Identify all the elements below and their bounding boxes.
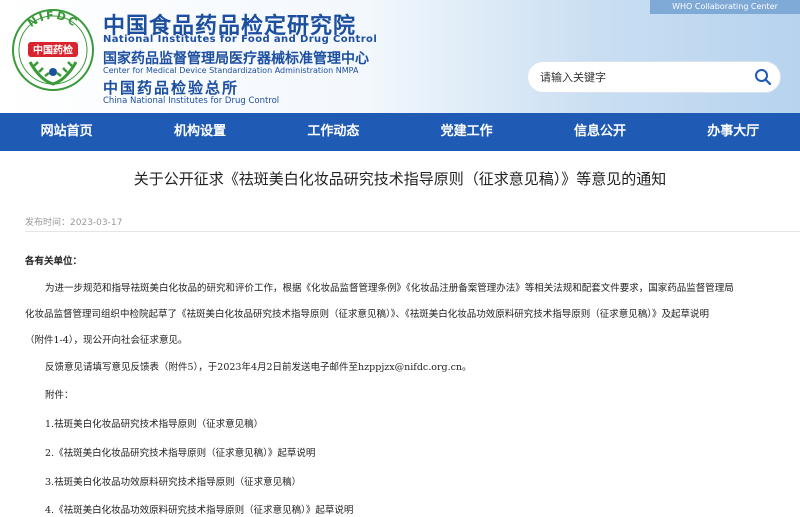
- attachments-label: 附件：: [45, 390, 74, 401]
- nav-item-info-disclosure[interactable]: 信息公开: [533, 113, 666, 151]
- nifdc-logo-icon[interactable]: NIFDC 中国药检: [10, 6, 96, 92]
- attachment-link[interactable]: 2.《祛斑美白化妆品研究技术指导原则（征求意见稿）》起草说明: [45, 445, 315, 459]
- logo-cn-text: 中国药检: [33, 44, 73, 57]
- site-header: NIFDC 中国药检 中国食品药品检定研究院 National Institut…: [0, 0, 800, 113]
- attachment-link[interactable]: 1.祛斑美白化妆品研究技术指导原则（征求意见稿）: [45, 416, 263, 430]
- attachment-link[interactable]: 3.祛斑美白化妆品功效原料研究技术指导原则（征求意见稿）: [45, 474, 301, 488]
- paragraph-1-line-2: 化妆品监督管理司组织中检院起草了《祛斑美白化妆品研究技术指导原则（征求意见稿）》…: [25, 309, 710, 320]
- salutation: 各有关单位：: [25, 256, 83, 267]
- nav-item-party-building[interactable]: 党建工作: [400, 113, 533, 151]
- nav-item-work-news[interactable]: 工作动态: [267, 113, 400, 151]
- who-badge[interactable]: WHO Collaborating Center: [650, 0, 800, 14]
- publish-date-label: 发布时间：: [25, 218, 71, 228]
- article-title: 关于公开征求《祛斑美白化妆品研究技术指导原则（征求意见稿）》等意见的通知: [133, 170, 667, 188]
- search-icon[interactable]: [754, 68, 772, 86]
- institute-title-en: National Institutes for Food and Drug Co…: [103, 34, 378, 45]
- nav-item-home[interactable]: 网站首页: [0, 113, 133, 151]
- drug-control-title-cn: 中国药品检验总所: [103, 79, 240, 97]
- publish-date: 发布时间：2023-03-17: [25, 215, 122, 228]
- drug-control-title-en: China National Institutes for Drug Contr…: [103, 96, 280, 106]
- center-title-en: Center for Medical Device Standardizatio…: [103, 66, 359, 75]
- nav-item-organization[interactable]: 机构设置: [133, 113, 266, 151]
- nav-item-service-hall[interactable]: 办事大厅: [667, 113, 800, 151]
- paragraph-feedback: 反馈意见请填写意见反馈表（附件5），于2023年4月2日前发送电子邮件至hzpp…: [45, 362, 472, 373]
- search-input[interactable]: [540, 62, 750, 92]
- publish-date-value: 2023-03-17: [70, 218, 123, 228]
- title-divider: [25, 231, 800, 232]
- attachment-link[interactable]: 4.《祛斑美白化妆品功效原料研究技术指导原则（征求意见稿）》起草说明: [45, 502, 353, 516]
- center-title-cn: 国家药品监督管理局医疗器械标准管理中心: [103, 51, 369, 67]
- paragraph-1-line-3: （附件1-4），现公开向社会征求意见。: [25, 335, 188, 346]
- main-nav: 网站首页 机构设置 工作动态 党建工作 信息公开 办事大厅: [0, 113, 800, 151]
- search-box: [527, 61, 781, 93]
- paragraph-1-line-1: 为进一步规范和指导祛斑美白化妆品的研究和评价工作，根据《化妆品监督管理条例》《化…: [45, 283, 734, 294]
